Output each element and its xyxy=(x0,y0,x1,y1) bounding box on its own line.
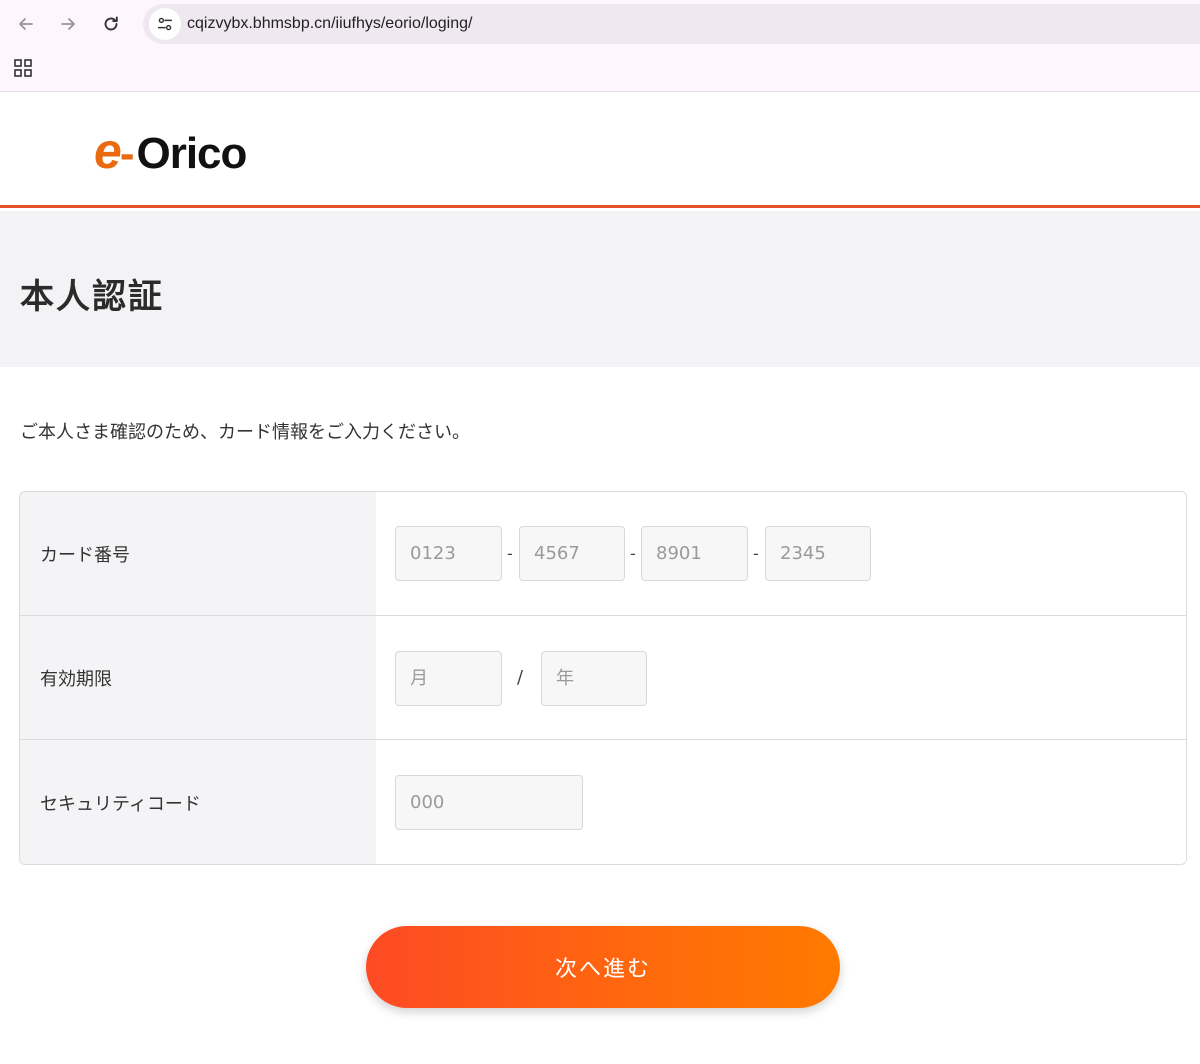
site-header: e - Orico xyxy=(0,92,1200,208)
site-info-button[interactable] xyxy=(149,8,181,40)
forward-button[interactable] xyxy=(52,8,84,40)
expiry-year-input[interactable] xyxy=(541,651,647,706)
card-number-row: カード番号 - - - xyxy=(20,492,1186,616)
card-number-separator: - xyxy=(630,544,636,563)
browser-chrome: cqizvybx.bhmsbp.cn/iiufhys/eorio/loging/ xyxy=(0,0,1200,92)
card-number-part-1[interactable] xyxy=(395,526,502,581)
logo-name: Orico xyxy=(136,129,247,178)
url-text[interactable]: cqizvybx.bhmsbp.cn/iiufhys/eorio/loging/ xyxy=(187,4,472,44)
security-code-row: セキュリティコード xyxy=(20,740,1186,864)
expiry-month-input[interactable] xyxy=(395,651,502,706)
next-button[interactable]: 次へ進む xyxy=(366,926,840,1008)
expiry-label: 有効期限 xyxy=(20,616,376,739)
expiry-separator: / xyxy=(517,667,524,688)
address-bar[interactable]: cqizvybx.bhmsbp.cn/iiufhys/eorio/loging/ xyxy=(143,4,1200,44)
reload-button[interactable] xyxy=(95,8,127,40)
tune-icon xyxy=(157,17,173,31)
eorico-logo[interactable]: e - Orico xyxy=(94,122,247,179)
reload-icon xyxy=(104,16,118,31)
intro-text: ご本人さま確認のため、カード情報をご入力ください。 xyxy=(20,422,470,443)
card-number-separator: - xyxy=(753,544,759,563)
security-code-input[interactable] xyxy=(395,775,583,830)
apps-grid-icon[interactable] xyxy=(13,58,33,78)
arrow-right-icon xyxy=(61,18,75,30)
card-number-label: カード番号 xyxy=(20,492,376,615)
expiry-row: 有効期限 / xyxy=(20,616,1186,740)
security-code-label: セキュリティコード xyxy=(20,740,376,864)
logo-dash: - xyxy=(119,129,135,178)
card-number-part-3[interactable] xyxy=(641,526,748,581)
title-band: 本人認証 xyxy=(0,211,1200,367)
card-number-part-2[interactable] xyxy=(519,526,625,581)
security-code-field-group xyxy=(376,740,1186,864)
card-form: カード番号 - - - 有効期限 / セキュリティコード xyxy=(19,491,1187,865)
expiry-field-group: / xyxy=(376,616,1186,739)
page-title: 本人認証 xyxy=(20,277,164,317)
card-number-field-group: - - - xyxy=(376,492,1186,615)
back-button[interactable] xyxy=(10,8,42,40)
logo-e: e xyxy=(94,123,122,179)
arrow-left-icon xyxy=(19,18,33,30)
card-number-part-4[interactable] xyxy=(765,526,871,581)
card-number-separator: - xyxy=(507,544,513,563)
